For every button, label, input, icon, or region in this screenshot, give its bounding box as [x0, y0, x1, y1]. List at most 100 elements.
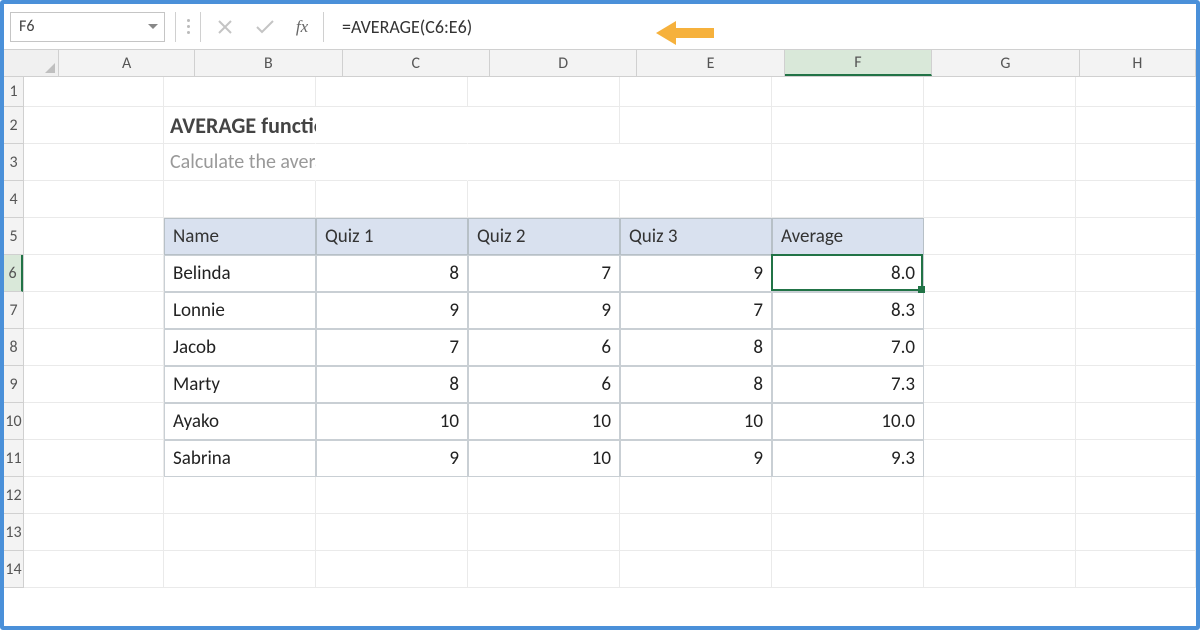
cell-D3[interactable] — [468, 144, 620, 181]
cell-G3[interactable] — [924, 144, 1076, 181]
cell-H7[interactable] — [1076, 292, 1196, 329]
cell-H10[interactable] — [1076, 403, 1196, 440]
col-header-D[interactable]: D — [490, 50, 637, 76]
cell-A11[interactable] — [24, 440, 164, 477]
cell-H11[interactable] — [1076, 440, 1196, 477]
table-cell[interactable]: 6 — [468, 329, 620, 366]
col-header-A[interactable]: A — [59, 50, 195, 76]
cell-D14[interactable] — [468, 551, 620, 588]
cell-G7[interactable] — [924, 292, 1076, 329]
table-cell[interactable]: 10 — [468, 440, 620, 477]
table-cell[interactable]: 8.0 — [772, 255, 924, 292]
cell-A2[interactable] — [24, 107, 164, 144]
cell-C13[interactable] — [316, 514, 468, 551]
table-header-D[interactable]: Quiz 2 — [468, 218, 620, 255]
formula-input[interactable] — [328, 12, 1188, 42]
row-header-13[interactable]: 13 — [4, 514, 23, 551]
cell-G2[interactable] — [924, 107, 1076, 144]
table-cell[interactable]: 8 — [620, 329, 772, 366]
fx-icon[interactable]: fx — [285, 17, 319, 37]
cell-G14[interactable] — [924, 551, 1076, 588]
table-cell[interactable]: 8 — [620, 366, 772, 403]
cell-D4[interactable] — [468, 181, 620, 218]
table-cell[interactable]: 9.3 — [772, 440, 924, 477]
cell-F12[interactable] — [772, 477, 924, 514]
table-header-C[interactable]: Quiz 1 — [316, 218, 468, 255]
table-cell[interactable]: 7.0 — [772, 329, 924, 366]
table-cell[interactable]: 10 — [316, 403, 468, 440]
row-header-11[interactable]: 11 — [4, 440, 23, 477]
cell-G1[interactable] — [924, 77, 1076, 107]
table-cell[interactable]: 9 — [468, 292, 620, 329]
cell-B14[interactable] — [164, 551, 316, 588]
cell-G5[interactable] — [924, 218, 1076, 255]
table-cell[interactable]: 10 — [620, 403, 772, 440]
table-cell[interactable]: Belinda — [164, 255, 316, 292]
table-header-F[interactable]: Average — [772, 218, 924, 255]
cell-D13[interactable] — [468, 514, 620, 551]
table-cell[interactable]: 7 — [620, 292, 772, 329]
cell-F14[interactable] — [772, 551, 924, 588]
cell-F2[interactable] — [772, 107, 924, 144]
table-cell[interactable]: 6 — [468, 366, 620, 403]
cell-G12[interactable] — [924, 477, 1076, 514]
cell-A5[interactable] — [24, 218, 164, 255]
table-cell[interactable]: 7 — [316, 329, 468, 366]
col-header-B[interactable]: B — [195, 50, 342, 76]
table-cell[interactable]: 8 — [316, 255, 468, 292]
cell-C12[interactable] — [316, 477, 468, 514]
cell-F1[interactable] — [772, 77, 924, 107]
cell-F4[interactable] — [772, 181, 924, 218]
cell-E14[interactable] — [620, 551, 772, 588]
table-cell[interactable]: Marty — [164, 366, 316, 403]
cell-A3[interactable] — [24, 144, 164, 181]
cell-H14[interactable] — [1076, 551, 1196, 588]
cell-A9[interactable] — [24, 366, 164, 403]
accept-formula-button[interactable] — [245, 12, 285, 42]
table-cell[interactable]: 10 — [468, 403, 620, 440]
row-header-5[interactable]: 5 — [4, 218, 23, 255]
row-header-8[interactable]: 8 — [4, 329, 23, 366]
cell-E13[interactable] — [620, 514, 772, 551]
table-cell[interactable]: 9 — [620, 440, 772, 477]
table-cell[interactable]: 9 — [316, 440, 468, 477]
table-cell[interactable]: 8 — [316, 366, 468, 403]
col-header-G[interactable]: G — [932, 50, 1079, 76]
cell-H8[interactable] — [1076, 329, 1196, 366]
row-header-4[interactable]: 4 — [4, 181, 23, 218]
table-cell[interactable]: 7 — [468, 255, 620, 292]
cell-G6[interactable] — [924, 255, 1076, 292]
col-header-C[interactable]: C — [343, 50, 490, 76]
cell-C2[interactable] — [316, 107, 468, 144]
cell-G11[interactable] — [924, 440, 1076, 477]
cell-H3[interactable] — [1076, 144, 1196, 181]
row-header-9[interactable]: 9 — [4, 366, 23, 403]
col-header-E[interactable]: E — [637, 50, 784, 76]
cell-A10[interactable] — [24, 403, 164, 440]
table-cell[interactable]: 10.0 — [772, 403, 924, 440]
cell-H12[interactable] — [1076, 477, 1196, 514]
col-header-F[interactable]: F — [785, 50, 932, 76]
cell-B4[interactable] — [164, 181, 316, 218]
table-cell[interactable]: Lonnie — [164, 292, 316, 329]
cell-E4[interactable] — [620, 181, 772, 218]
cell-G4[interactable] — [924, 181, 1076, 218]
table-header-B[interactable]: Name — [164, 218, 316, 255]
cell-G10[interactable] — [924, 403, 1076, 440]
cancel-formula-button[interactable] — [205, 12, 245, 42]
cell-D2[interactable] — [468, 107, 620, 144]
row-header-14[interactable]: 14 — [4, 551, 23, 588]
cell-A4[interactable] — [24, 181, 164, 218]
cell-F3[interactable] — [772, 144, 924, 181]
cell-D1[interactable] — [468, 77, 620, 107]
cell-B12[interactable] — [164, 477, 316, 514]
cell-F13[interactable] — [772, 514, 924, 551]
cell-D12[interactable] — [468, 477, 620, 514]
cell-G13[interactable] — [924, 514, 1076, 551]
cell-A13[interactable] — [24, 514, 164, 551]
cell-A6[interactable] — [24, 255, 164, 292]
cell-H4[interactable] — [1076, 181, 1196, 218]
row-header-12[interactable]: 12 — [4, 477, 23, 514]
table-cell[interactable]: Ayako — [164, 403, 316, 440]
cell-C14[interactable] — [316, 551, 468, 588]
